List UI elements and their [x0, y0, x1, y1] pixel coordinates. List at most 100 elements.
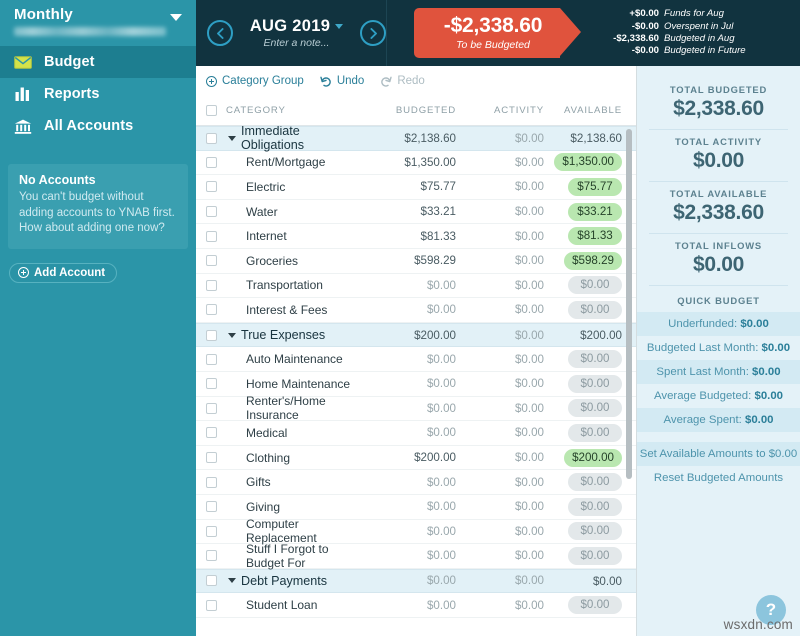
budget-switcher[interactable]: Monthly — [0, 0, 196, 46]
row-checkbox[interactable] — [196, 132, 222, 144]
budgeted-value[interactable]: $0.00 — [360, 476, 456, 489]
budgeted-value[interactable]: $200.00 — [360, 451, 456, 464]
row-checkbox[interactable] — [196, 402, 222, 414]
activity-value[interactable]: $0.00 — [456, 329, 544, 342]
activity-value[interactable]: $0.00 — [456, 303, 544, 316]
category-row[interactable]: Computer Replacement $0.00 $0.00 $0.00 — [196, 517, 636, 545]
category-row[interactable]: Student Loan $0.00 $0.00 $0.00 — [196, 593, 636, 618]
category-row[interactable]: Electric $75.77 $0.00 $75.77 — [196, 175, 636, 200]
budgeted-value[interactable]: $0.00 — [360, 599, 456, 612]
category-group-row[interactable]: Immediate Obligations $2,138.60 $0.00 $2,13… — [196, 126, 636, 152]
activity-value[interactable]: $0.00 — [456, 205, 544, 218]
budgeted-value[interactable]: $0.00 — [360, 525, 456, 538]
month-block[interactable]: AUG 2019 Enter a note... — [244, 17, 349, 49]
budgeted-value[interactable]: $1,350.00 — [360, 156, 456, 169]
budgeted-value[interactable]: $200.00 — [360, 329, 456, 342]
activity-value[interactable]: $0.00 — [456, 156, 544, 169]
category-group-row[interactable]: True Expenses $200.00 $0.00 $200.00 — [196, 322, 636, 348]
budgeted-value[interactable]: $0.00 — [360, 279, 456, 292]
available-value[interactable]: $0.00 — [544, 546, 636, 565]
activity-value[interactable]: $0.00 — [456, 574, 544, 587]
budgeted-value[interactable]: $2,138.60 — [360, 132, 456, 145]
available-value[interactable]: $598.29 — [544, 251, 636, 270]
activity-value[interactable]: $0.00 — [456, 377, 544, 390]
available-value[interactable]: $200.00 — [544, 448, 636, 467]
quick-budget-button[interactable]: Average Budgeted: $0.00 — [637, 384, 800, 408]
row-checkbox[interactable] — [196, 206, 222, 218]
chevron-down-icon[interactable] — [335, 24, 344, 29]
row-checkbox[interactable] — [196, 476, 222, 488]
redo-button[interactable]: Redo — [380, 75, 425, 87]
select-all-checkbox[interactable] — [196, 105, 222, 116]
activity-value[interactable]: $0.00 — [456, 500, 544, 513]
available-value[interactable]: $200.00 — [544, 328, 636, 342]
budgeted-value[interactable]: $0.00 — [360, 377, 456, 390]
undo-button[interactable]: Undo — [320, 75, 364, 87]
quick-budget-button[interactable]: Spent Last Month: $0.00 — [637, 360, 800, 384]
category-row[interactable]: Renter's/Home Insurance $0.00 $0.00 $0.00 — [196, 394, 636, 422]
available-value[interactable]: $81.33 — [544, 227, 636, 246]
activity-value[interactable]: $0.00 — [456, 426, 544, 439]
available-value[interactable]: $0.00 — [544, 497, 636, 516]
category-row[interactable]: Water $33.21 $0.00 $33.21 — [196, 200, 636, 225]
to-be-budgeted-badge[interactable]: -$2,338.60 To be Budgeted — [414, 8, 581, 58]
budgeted-value[interactable]: $0.00 — [360, 353, 456, 366]
budgeted-value[interactable]: $0.00 — [360, 549, 456, 562]
row-checkbox[interactable] — [196, 255, 222, 267]
available-value[interactable]: $0.00 — [544, 596, 636, 615]
category-row[interactable]: Giving $0.00 $0.00 $0.00 — [196, 495, 636, 520]
budgeted-value[interactable]: $75.77 — [360, 180, 456, 193]
category-row[interactable]: Internet $81.33 $0.00 $81.33 — [196, 224, 636, 249]
category-row[interactable]: Home Maintenance $0.00 $0.00 $0.00 — [196, 372, 636, 397]
activity-value[interactable]: $0.00 — [456, 476, 544, 489]
row-checkbox[interactable] — [196, 525, 222, 537]
category-group-row[interactable]: Debt Payments $0.00 $0.00 $0.00 — [196, 568, 636, 594]
activity-value[interactable]: $0.00 — [456, 180, 544, 193]
available-value[interactable]: $0.00 — [544, 473, 636, 492]
vertical-scrollbar[interactable] — [626, 129, 632, 479]
budgeted-value[interactable]: $598.29 — [360, 254, 456, 267]
budgeted-value[interactable]: $0.00 — [360, 303, 456, 316]
budgeted-value[interactable]: $0.00 — [360, 500, 456, 513]
activity-value[interactable]: $0.00 — [456, 599, 544, 612]
sidebar-item-all-accounts[interactable]: All Accounts — [0, 110, 196, 142]
available-value[interactable]: $2,138.60 — [544, 131, 636, 145]
row-checkbox[interactable] — [196, 575, 222, 587]
category-row[interactable]: Medical $0.00 $0.00 $0.00 — [196, 421, 636, 446]
quick-budget-action-button[interactable]: Set Available Amounts to $0.00 — [637, 442, 800, 466]
category-row[interactable]: Auto Maintenance $0.00 $0.00 $0.00 — [196, 347, 636, 372]
quick-budget-button[interactable]: Average Spent: $0.00 — [637, 408, 800, 432]
row-checkbox[interactable] — [196, 378, 222, 390]
category-row[interactable]: Clothing $200.00 $0.00 $200.00 — [196, 446, 636, 471]
activity-value[interactable]: $0.00 — [456, 230, 544, 243]
chevron-left-icon[interactable] — [207, 20, 233, 46]
available-value[interactable]: $33.21 — [544, 202, 636, 221]
quick-budget-action-button[interactable]: Reset Budgeted Amounts — [637, 466, 800, 490]
add-account-button[interactable]: Add Account — [9, 262, 118, 283]
available-value[interactable]: $0.00 — [544, 276, 636, 295]
quick-budget-button[interactable]: Underfunded: $0.00 — [637, 312, 800, 336]
row-checkbox[interactable] — [196, 329, 222, 341]
activity-value[interactable]: $0.00 — [456, 525, 544, 538]
budgeted-value[interactable]: $0.00 — [360, 402, 456, 415]
row-checkbox[interactable] — [196, 230, 222, 242]
sidebar-item-budget[interactable]: Budget — [0, 46, 196, 78]
available-value[interactable]: $75.77 — [544, 177, 636, 196]
category-row[interactable]: Rent/Mortgage $1,350.00 $0.00 $1,350.00 — [196, 151, 636, 176]
available-value[interactable]: $0.00 — [544, 374, 636, 393]
caret-down-icon[interactable] — [228, 135, 236, 141]
row-checkbox[interactable] — [196, 304, 222, 316]
row-checkbox[interactable] — [196, 550, 222, 562]
activity-value[interactable]: $0.00 — [456, 279, 544, 292]
available-value[interactable]: $0.00 — [544, 574, 636, 588]
available-value[interactable]: $0.00 — [544, 399, 636, 418]
row-checkbox[interactable] — [196, 181, 222, 193]
chevron-right-icon[interactable] — [360, 20, 386, 46]
category-row[interactable]: Transportation $0.00 $0.00 $0.00 — [196, 274, 636, 299]
category-row[interactable]: Stuff I Forgot to Budget For $0.00 $0.00 $0… — [196, 542, 636, 570]
row-checkbox[interactable] — [196, 599, 222, 611]
row-checkbox[interactable] — [196, 452, 222, 464]
row-checkbox[interactable] — [196, 353, 222, 365]
row-checkbox[interactable] — [196, 501, 222, 513]
available-value[interactable]: $0.00 — [544, 350, 636, 369]
